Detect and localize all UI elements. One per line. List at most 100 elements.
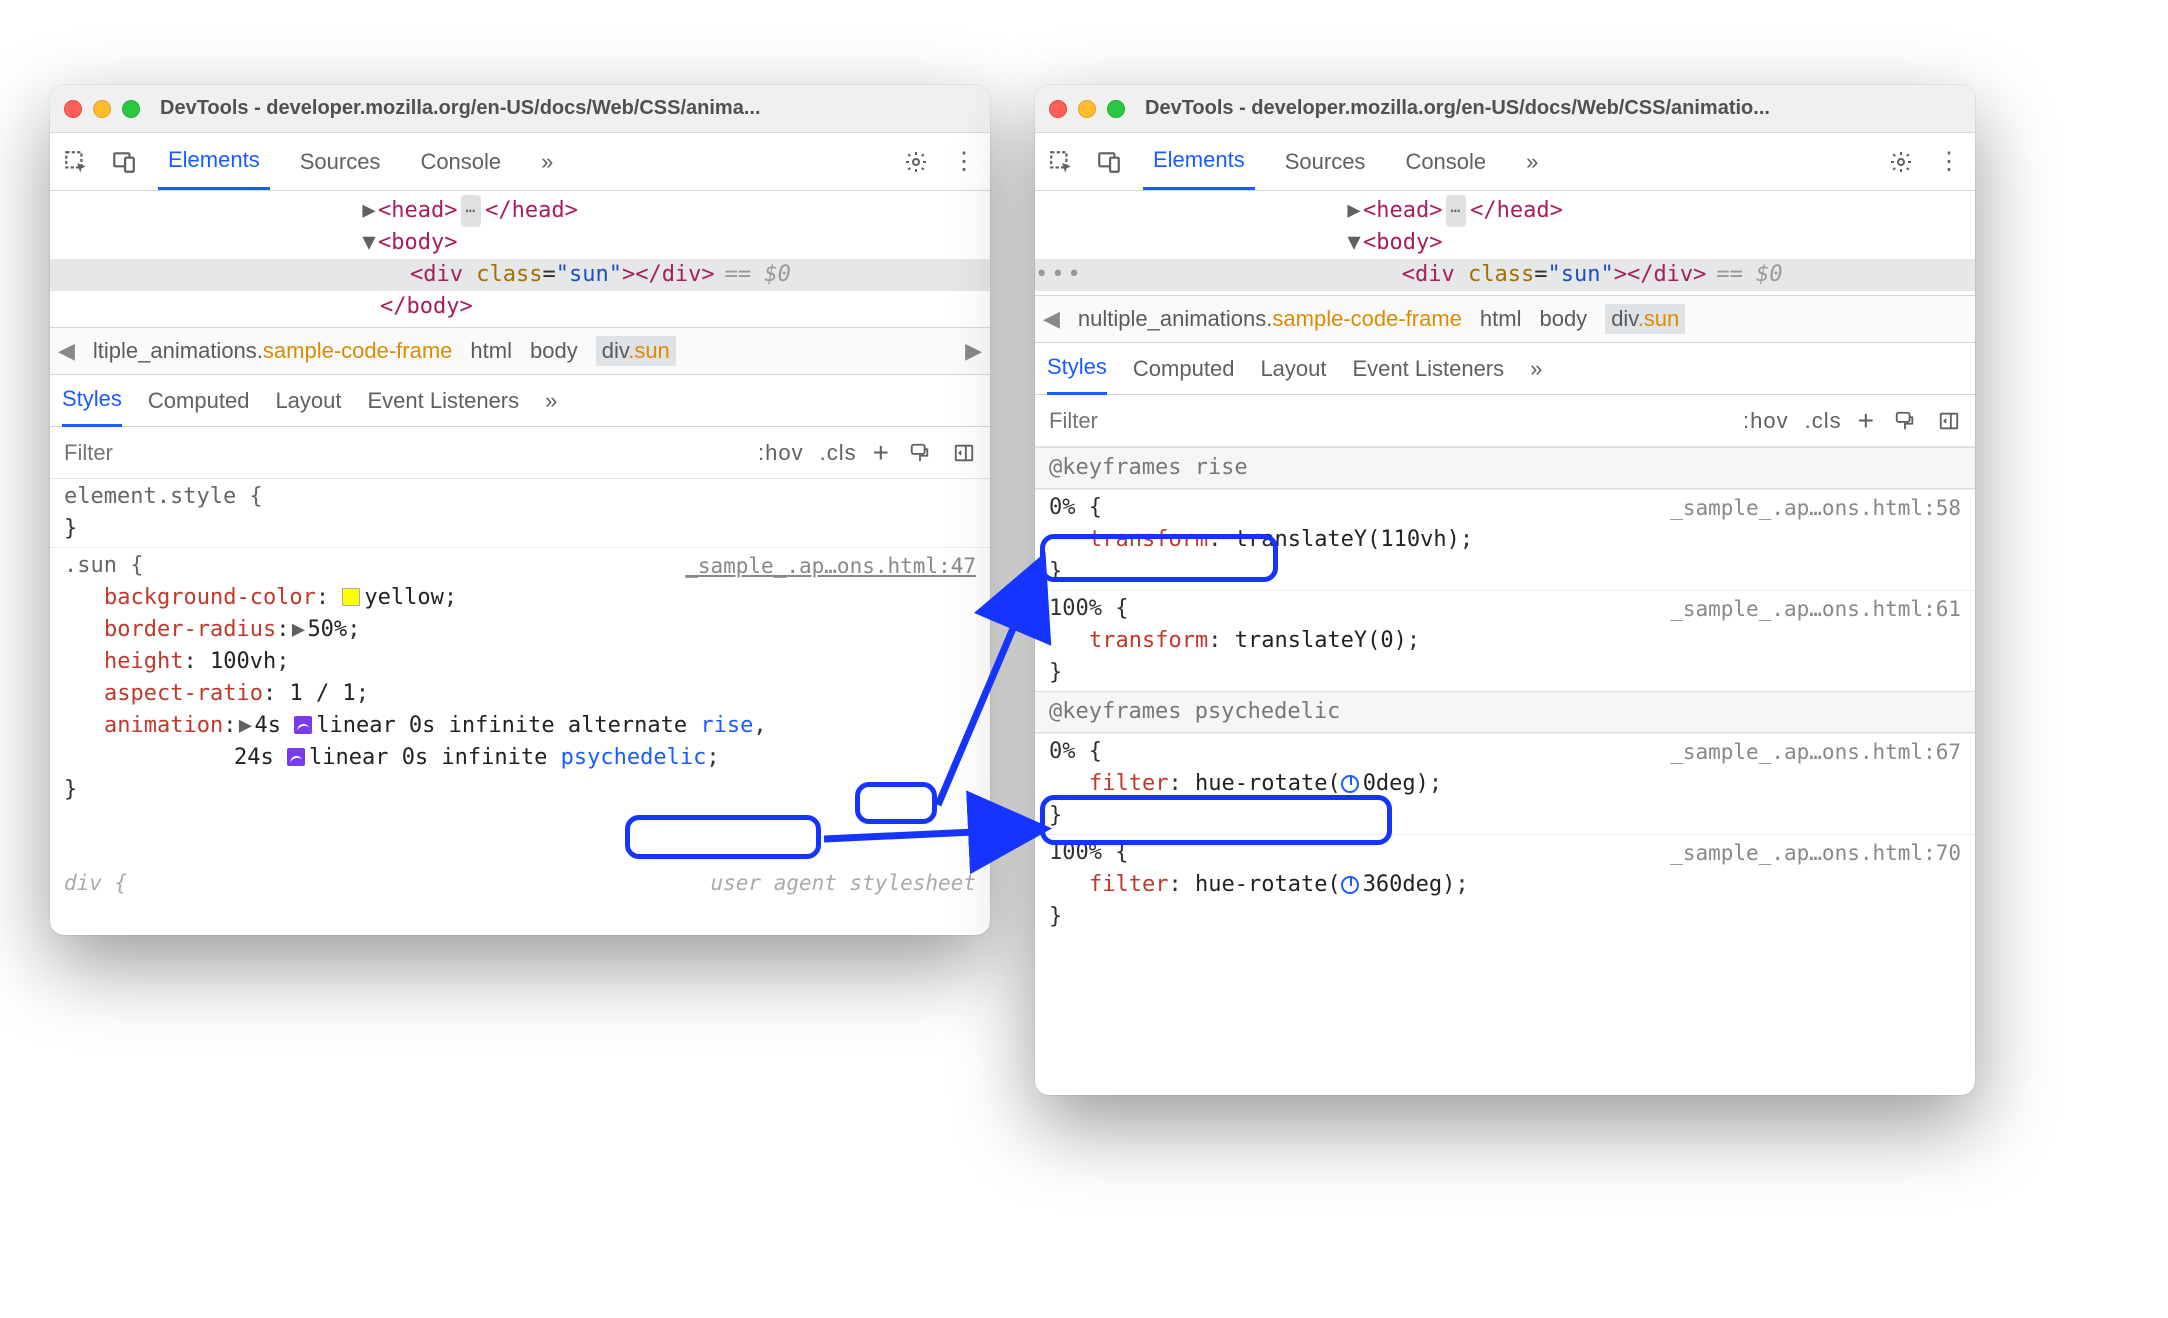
hov-button[interactable]: :hov <box>1743 408 1789 434</box>
expand-icon[interactable]: ▶ <box>236 710 254 742</box>
subtab-styles[interactable]: Styles <box>62 374 122 427</box>
tab-elements[interactable]: Elements <box>158 133 270 190</box>
tab-elements[interactable]: Elements <box>1143 133 1255 190</box>
easing-icon[interactable] <box>287 748 305 766</box>
keyframes-link-psychedelic[interactable]: psychedelic <box>561 745 707 770</box>
breadcrumb-html[interactable]: html <box>1480 306 1522 332</box>
breadcrumb-body[interactable]: body <box>1539 306 1587 332</box>
breadcrumb-frame[interactable]: ltiple_animations.sample-code-frame <box>93 338 453 364</box>
dom-tree[interactable]: ▶<head>⋯</head> ▼<body> <div class="sun"… <box>50 191 990 327</box>
prop-transform[interactable]: transform: translateY(0); <box>1049 625 1961 657</box>
dom-head[interactable]: ▶<head>⋯</head> <box>1035 195 1975 227</box>
source-link[interactable]: _sample_.ap…ons.html:70 <box>1670 837 1961 869</box>
breadcrumb-divsun[interactable]: div.sun <box>596 336 676 366</box>
subtab-layout[interactable]: Layout <box>275 388 341 414</box>
source-link[interactable]: _sample_.ap…ons.html:61 <box>1670 593 1961 625</box>
easing-icon[interactable] <box>294 716 312 734</box>
kebab-icon[interactable]: ⋮ <box>1935 148 1963 176</box>
tab-console[interactable]: Console <box>410 135 511 189</box>
dom-head[interactable]: ▶<head>⋯</head> <box>50 195 990 227</box>
styles-subtab-row: Styles Computed Layout Event Listeners » <box>50 375 990 427</box>
paint-icon[interactable] <box>906 439 934 467</box>
subtab-layout[interactable]: Layout <box>1260 356 1326 382</box>
keyframes-link-rise[interactable]: rise <box>700 713 753 738</box>
subtab-listeners[interactable]: Event Listeners <box>368 388 520 414</box>
prop-height[interactable]: height: 100vh; <box>64 646 976 678</box>
maximize-icon[interactable] <box>122 100 140 118</box>
prop-animation[interactable]: animation:▶4s linear 0s infinite alterna… <box>64 710 976 742</box>
subtab-more[interactable]: » <box>1530 356 1542 382</box>
keyframes-header-rise[interactable]: @keyframes rise <box>1035 447 1975 489</box>
dom-body-close[interactable]: </body> <box>50 291 990 323</box>
minimize-icon[interactable] <box>93 100 111 118</box>
gear-icon[interactable] <box>1887 148 1915 176</box>
gear-icon[interactable] <box>902 148 930 176</box>
ellipsis-icon[interactable]: ⋯ <box>1446 195 1466 227</box>
brace: } <box>1049 556 1961 588</box>
breadcrumb-left[interactable]: ◀ <box>1043 306 1060 332</box>
paint-icon[interactable] <box>1891 407 1919 435</box>
dom-body-open[interactable]: ▼<body> <box>1035 227 1975 259</box>
maximize-icon[interactable] <box>1107 100 1125 118</box>
sidebar-toggle-icon[interactable] <box>1935 407 1963 435</box>
subtab-more[interactable]: » <box>545 388 557 414</box>
minimize-icon[interactable] <box>1078 100 1096 118</box>
tab-sources[interactable]: Sources <box>1275 135 1376 189</box>
kebab-icon[interactable]: ⋮ <box>950 148 978 176</box>
close-icon[interactable] <box>1049 100 1067 118</box>
new-rule-button[interactable]: + <box>873 437 890 469</box>
angle-icon[interactable] <box>1341 775 1359 793</box>
keyframe-0[interactable]: _sample_.ap…ons.html:58 0% { transform: … <box>1035 489 1975 590</box>
filter-input[interactable] <box>62 434 742 472</box>
prop-filter[interactable]: filter: hue-rotate(0deg); <box>1049 768 1961 800</box>
hov-button[interactable]: :hov <box>758 440 804 466</box>
expand-icon[interactable]: ▶ <box>289 614 307 646</box>
prop-transform[interactable]: transform: translateY(110vh); <box>1049 524 1961 556</box>
breadcrumb-left[interactable]: ◀ <box>58 338 75 364</box>
keyframe-100[interactable]: _sample_.ap…ons.html:61 100% { transform… <box>1035 590 1975 691</box>
tab-more[interactable]: » <box>531 135 563 189</box>
cls-button[interactable]: .cls <box>1805 408 1842 434</box>
keyframe-100[interactable]: _sample_.ap…ons.html:70 100% { filter: h… <box>1035 834 1975 935</box>
device-toggle-icon[interactable] <box>1095 148 1123 176</box>
tab-more[interactable]: » <box>1516 135 1548 189</box>
new-rule-button[interactable]: + <box>1858 405 1875 437</box>
breadcrumb-body[interactable]: body <box>530 338 578 364</box>
row-actions-icon[interactable]: ••• <box>1035 259 1084 291</box>
breadcrumb-html[interactable]: html <box>470 338 512 364</box>
rule-sun[interactable]: _sample_.ap…ons.html:47 .sun { backgroun… <box>50 547 990 808</box>
keyframe-0[interactable]: _sample_.ap…ons.html:67 0% { filter: hue… <box>1035 733 1975 834</box>
dom-tree[interactable]: ▶<head>⋯</head> ▼<body> ••• <div class="… <box>1035 191 1975 295</box>
tab-console[interactable]: Console <box>1395 135 1496 189</box>
subtab-styles[interactable]: Styles <box>1047 342 1107 395</box>
keyframes-header-psychedelic[interactable]: @keyframes psychedelic <box>1035 691 1975 733</box>
inspect-icon[interactable] <box>62 148 90 176</box>
inspect-icon[interactable] <box>1047 148 1075 176</box>
cls-button[interactable]: .cls <box>820 440 857 466</box>
subtab-listeners[interactable]: Event Listeners <box>1353 356 1505 382</box>
device-toggle-icon[interactable] <box>110 148 138 176</box>
sidebar-toggle-icon[interactable] <box>950 439 978 467</box>
angle-icon[interactable] <box>1341 876 1359 894</box>
breadcrumb-divsun[interactable]: div.sun <box>1605 304 1685 334</box>
source-link[interactable]: _sample_.ap…ons.html:58 <box>1670 492 1961 524</box>
rule-element-style[interactable]: element.style { } <box>50 479 990 547</box>
dom-body-open[interactable]: ▼<body> <box>50 227 990 259</box>
close-icon[interactable] <box>64 100 82 118</box>
prop-border-radius[interactable]: border-radius:▶50%; <box>64 614 976 646</box>
prop-background-color[interactable]: background-color: yellow; <box>64 582 976 614</box>
dom-div-sun[interactable]: <div class="sun"></div> == $0 <box>50 259 990 291</box>
prop-animation-line2[interactable]: 24s linear 0s infinite psychedelic; <box>64 742 976 774</box>
subtab-computed[interactable]: Computed <box>148 388 250 414</box>
ellipsis-icon[interactable]: ⋯ <box>461 195 481 227</box>
source-link[interactable]: _sample_.ap…ons.html:67 <box>1670 736 1961 768</box>
prop-filter[interactable]: filter: hue-rotate(360deg); <box>1049 869 1961 901</box>
filter-input[interactable] <box>1047 402 1727 440</box>
breadcrumb-frame[interactable]: nultiple_animations.sample-code-frame <box>1078 306 1462 332</box>
breadcrumb-right[interactable]: ▶ <box>965 338 982 364</box>
tab-sources[interactable]: Sources <box>290 135 391 189</box>
subtab-computed[interactable]: Computed <box>1133 356 1235 382</box>
prop-aspect-ratio[interactable]: aspect-ratio: 1 / 1; <box>64 678 976 710</box>
dom-div-sun[interactable]: ••• <div class="sun"></div> == $0 <box>1035 259 1975 291</box>
color-swatch[interactable] <box>342 588 360 606</box>
